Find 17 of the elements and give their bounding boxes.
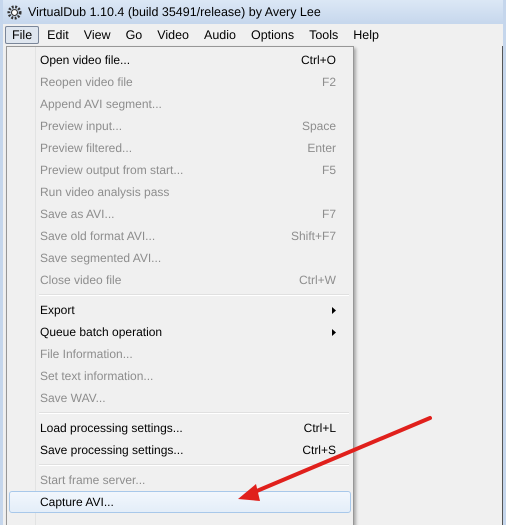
app-icon (7, 4, 22, 20)
menu-bar-item[interactable]: Video (150, 26, 196, 44)
menu-bar-item[interactable]: File (5, 26, 40, 44)
menu-item[interactable]: Capture AVI... (9, 491, 351, 513)
window-title: VirtualDub 1.10.4 (build 35491/release) by Avery Lee (28, 5, 321, 19)
menu-bar-item[interactable]: Go (118, 26, 150, 44)
menu-item[interactable]: Load processing settings... Ctrl+L (9, 417, 351, 439)
menu-bar-item[interactable]: Tools (302, 26, 346, 44)
menu-item[interactable]: Queue batch operation (9, 321, 351, 343)
menu-bar-item[interactable]: Audio (197, 26, 243, 44)
menu-bar-item[interactable]: Options (244, 26, 302, 44)
menu-bar-item[interactable]: Help (346, 26, 386, 44)
menu-bar-item[interactable]: View (76, 26, 118, 44)
menu-item[interactable]: Export (9, 299, 351, 321)
menu-item[interactable]: Save processing settings... Ctrl+S (9, 439, 351, 461)
menu-bar-item[interactable]: Edit (40, 26, 76, 44)
menu-item[interactable]: Open video file... Ctrl+O (9, 49, 351, 71)
